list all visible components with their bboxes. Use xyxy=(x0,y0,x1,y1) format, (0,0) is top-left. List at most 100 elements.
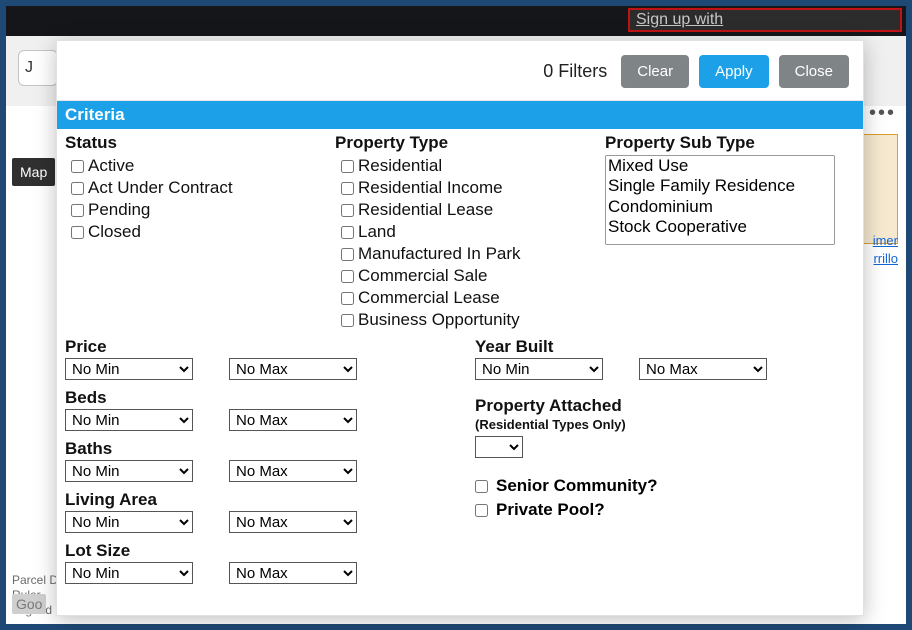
sidebar-link-2[interactable]: rrillo xyxy=(873,251,898,266)
property-type-option-row: Residential Income xyxy=(335,177,605,199)
spacer xyxy=(445,337,475,590)
property-attached-label: Property Attached xyxy=(475,396,855,416)
beds-label: Beds xyxy=(65,388,445,408)
property-type-option-label: Residential Lease xyxy=(358,200,493,220)
property-type-option-row: Residential Lease xyxy=(335,199,605,221)
range-left-column: Price No Min No Max Beds No Min No Max xyxy=(65,337,445,590)
property-type-checkbox[interactable] xyxy=(341,226,354,239)
living-area-max-select[interactable]: No Max xyxy=(229,511,357,533)
filters-modal: 0 Filters Clear Apply Close Criteria Sta… xyxy=(56,40,864,616)
status-option-row: Pending xyxy=(65,199,335,221)
apply-button[interactable]: Apply xyxy=(699,55,769,88)
property-type-option-label: Residential Income xyxy=(358,178,503,198)
property-type-option-row: Residential xyxy=(335,155,605,177)
lot-size-min-select[interactable]: No Min xyxy=(65,562,193,584)
property-type-option-row: Commercial Lease xyxy=(335,287,605,309)
baths-min-select[interactable]: No Min xyxy=(65,460,193,482)
property-type-checkbox[interactable] xyxy=(341,314,354,327)
modal-body: Status ActiveAct Under ContractPendingCl… xyxy=(57,129,863,615)
range-grid: Price No Min No Max Beds No Min No Max xyxy=(65,337,855,590)
living-area-label: Living Area xyxy=(65,490,445,510)
property-subtype-column: Property Sub Type Mixed UseSingle Family… xyxy=(605,133,855,331)
modal-header: 0 Filters Clear Apply Close xyxy=(57,41,863,101)
price-max-select[interactable]: No Max xyxy=(229,358,357,380)
map-button[interactable]: Map xyxy=(12,158,55,186)
year-built-range-group: Year Built No Min No Max xyxy=(475,337,855,380)
baths-max-select[interactable]: No Max xyxy=(229,460,357,482)
senior-community-label: Senior Community? xyxy=(496,476,658,496)
status-option-row: Active xyxy=(65,155,335,177)
clear-button[interactable]: Clear xyxy=(621,55,689,88)
criteria-top-row: Status ActiveAct Under ContractPendingCl… xyxy=(65,133,855,331)
beds-min-select[interactable]: No Min xyxy=(65,409,193,431)
beds-max-select[interactable]: No Max xyxy=(229,409,357,431)
status-option-row: Closed xyxy=(65,221,335,243)
status-option-label: Closed xyxy=(88,222,141,242)
property-attached-note: (Residential Types Only) xyxy=(475,417,855,432)
map-attribution: Goo xyxy=(12,594,46,614)
property-attached-group: Property Attached (Residential Types Onl… xyxy=(475,396,855,458)
price-label: Price xyxy=(65,337,445,357)
property-type-column: Property Type ResidentialResidential Inc… xyxy=(335,133,605,331)
range-right-column: Year Built No Min No Max Property Attach… xyxy=(475,337,855,590)
property-subtype-label: Property Sub Type xyxy=(605,133,855,153)
private-pool-label: Private Pool? xyxy=(496,500,605,520)
property-type-option-label: Business Opportunity xyxy=(358,310,520,330)
property-subtype-option[interactable]: Single Family Residence xyxy=(606,176,834,196)
sidebar-link-1[interactable]: imer xyxy=(873,233,898,248)
beds-range-group: Beds No Min No Max xyxy=(65,388,445,431)
status-column: Status ActiveAct Under ContractPendingCl… xyxy=(65,133,335,331)
lot-size-max-select[interactable]: No Max xyxy=(229,562,357,584)
status-checkbox[interactable] xyxy=(71,182,84,195)
year-built-min-select[interactable]: No Min xyxy=(475,358,603,380)
price-range-group: Price No Min No Max xyxy=(65,337,445,380)
status-option-row: Act Under Contract xyxy=(65,177,335,199)
status-checkbox[interactable] xyxy=(71,204,84,217)
senior-community-checkbox[interactable] xyxy=(475,480,488,493)
property-type-option-row: Land xyxy=(335,221,605,243)
property-attached-select[interactable] xyxy=(475,436,523,458)
property-type-checkbox[interactable] xyxy=(341,160,354,173)
property-type-label: Property Type xyxy=(335,133,605,153)
property-type-checkbox[interactable] xyxy=(341,270,354,283)
property-type-option-label: Commercial Lease xyxy=(358,288,500,308)
property-type-option-label: Residential xyxy=(358,156,442,176)
property-type-checkbox[interactable] xyxy=(341,248,354,261)
property-subtype-select[interactable]: Mixed UseSingle Family ResidenceCondomin… xyxy=(605,155,835,245)
property-subtype-option[interactable]: Stock Cooperative xyxy=(606,217,834,237)
living-area-min-select[interactable]: No Min xyxy=(65,511,193,533)
status-checkbox[interactable] xyxy=(71,160,84,173)
signup-text: Sign up with xyxy=(636,11,723,28)
property-subtype-option[interactable]: Mixed Use xyxy=(606,156,834,176)
status-option-label: Act Under Contract xyxy=(88,178,233,198)
close-button[interactable]: Close xyxy=(779,55,849,88)
boolean-filters-group: Senior Community? Private Pool? xyxy=(475,474,855,522)
filter-count: 0 Filters xyxy=(543,61,607,82)
status-option-label: Active xyxy=(88,156,134,176)
property-type-option-label: Manufactured In Park xyxy=(358,244,521,264)
property-type-checkbox[interactable] xyxy=(341,182,354,195)
year-built-max-select[interactable]: No Max xyxy=(639,358,767,380)
property-subtype-option[interactable]: Condominium xyxy=(606,197,834,217)
status-option-label: Pending xyxy=(88,200,150,220)
property-type-checkbox[interactable] xyxy=(341,204,354,217)
status-checkbox[interactable] xyxy=(71,226,84,239)
year-built-label: Year Built xyxy=(475,337,855,357)
kebab-icon[interactable]: ••• xyxy=(869,102,896,125)
parcel-label: Parcel D xyxy=(12,573,58,588)
app-frame: Sign up with J ••• Map imer rrillo Parce… xyxy=(0,0,912,630)
living-area-range-group: Living Area No Min No Max xyxy=(65,490,445,533)
property-type-option-row: Commercial Sale xyxy=(335,265,605,287)
private-pool-checkbox[interactable] xyxy=(475,504,488,517)
signup-banner[interactable]: Sign up with xyxy=(628,8,902,32)
property-type-checkbox[interactable] xyxy=(341,292,354,305)
info-panel-edge xyxy=(858,134,898,244)
price-min-select[interactable]: No Min xyxy=(65,358,193,380)
url-input-stub[interactable]: J xyxy=(18,50,58,86)
baths-range-group: Baths No Min No Max xyxy=(65,439,445,482)
property-type-option-row: Manufactured In Park xyxy=(335,243,605,265)
lot-size-range-group: Lot Size No Min No Max xyxy=(65,541,445,584)
status-label: Status xyxy=(65,133,335,153)
lot-size-label: Lot Size xyxy=(65,541,445,561)
property-type-option-row: Business Opportunity xyxy=(335,309,605,331)
